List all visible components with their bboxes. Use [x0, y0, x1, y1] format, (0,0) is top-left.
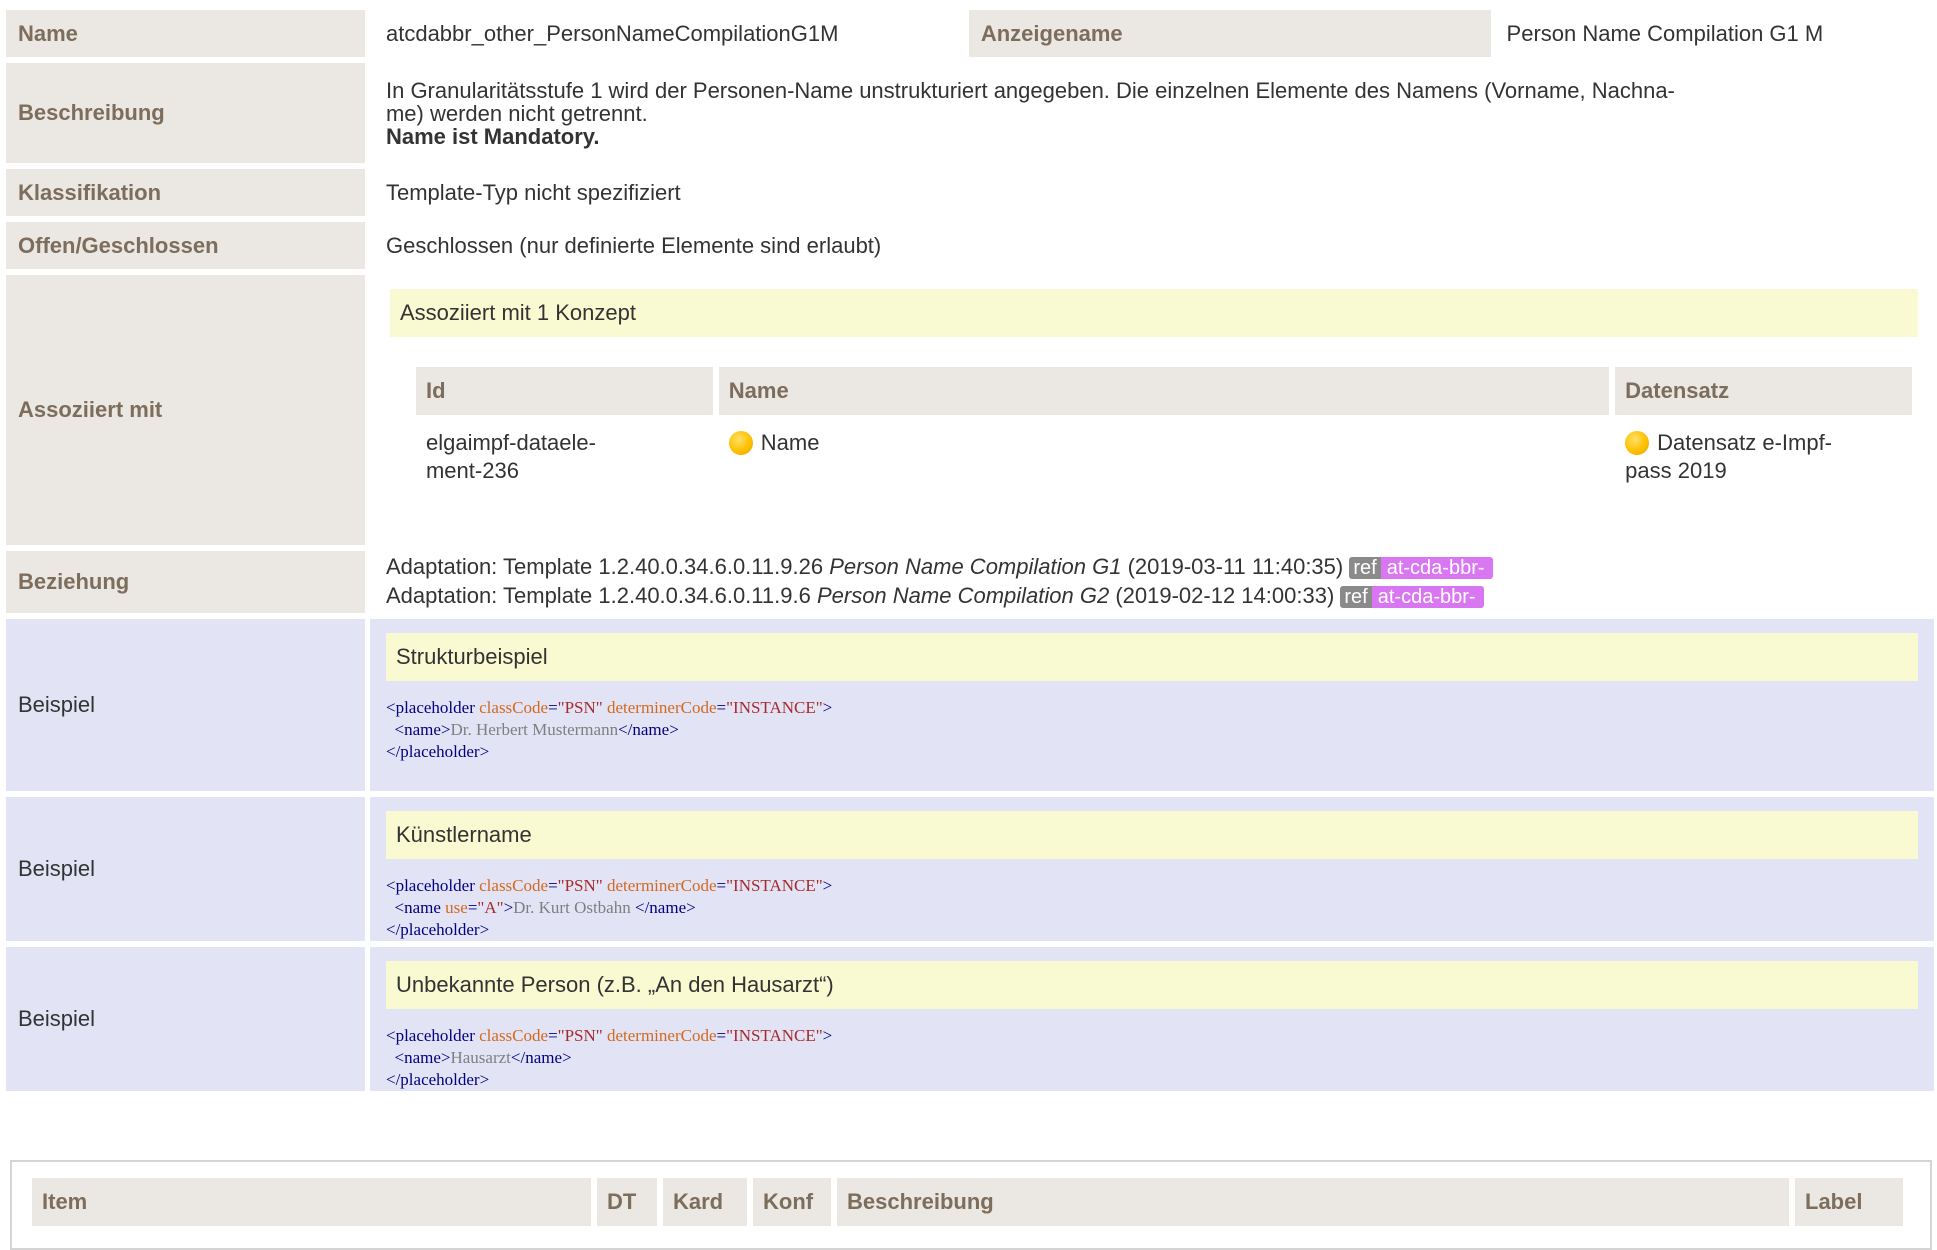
prefix-badge: at-cda-bbr-	[1371, 586, 1484, 608]
relationship-row: Beziehung Adaptation: Template 1.2.40.0.…	[6, 551, 1934, 613]
relationship-item-2-template: Adaptation: Template 1.2.40.0.34.6.0.11.…	[385, 583, 811, 608]
example-row-2: Beispiel Künstlername <placeholder class…	[6, 797, 1934, 941]
items-col-konf[interactable]: Konf	[753, 1178, 831, 1226]
name-row: Name atcdabbr_other_PersonNameCompilatio…	[6, 10, 1934, 57]
items-col-beschreibung[interactable]: Beschreibung	[837, 1178, 1789, 1226]
concept-name-link[interactable]: Name	[761, 430, 820, 455]
associated-concepts-header: Assoziiert mit 1 Konzept	[389, 289, 1918, 337]
open-closed-label: Offen/Geschlossen	[6, 222, 365, 269]
relationship-item-2-date: (2019‑02‑12 14:00:33)	[1115, 583, 1335, 608]
concept-table: Id Name Datensatz elgaimpf-dataele- ment…	[410, 367, 1918, 485]
name-value: atcdabbr_other_PersonNameCompilationG1M	[385, 20, 839, 46]
dataset-line2[interactable]: pass 2019	[1625, 458, 1727, 483]
associated-row: Assoziiert mit Assoziiert mit 1 Konzept …	[6, 275, 1934, 545]
concept-id-line2: ment-236	[425, 458, 519, 483]
classification-value: Template-Typ nicht spezifiziert	[385, 179, 681, 205]
template-properties-table: Name atcdabbr_other_PersonNameCompilatio…	[6, 4, 1934, 1097]
relationship-item-1-date: (2019‑03‑11 11:40:35)	[1127, 554, 1344, 579]
example-row-3: Beispiel Unbekannte Person (z.B. „An den…	[6, 947, 1934, 1091]
ref-badge: ref	[1349, 557, 1381, 579]
concept-status-icon	[728, 431, 753, 455]
example-title: Künstlername	[385, 811, 1918, 859]
description-label: Beschreibung	[6, 63, 365, 163]
concept-row: elgaimpf-dataele- ment-236 Name Datensat…	[416, 415, 1912, 485]
concept-dataset-cell[interactable]: Datensatz e-Impf- pass 2019	[1615, 415, 1912, 485]
display-name-label: Anzeigename	[968, 10, 1491, 57]
concept-id-line1: elgaimpf-dataele-	[425, 430, 596, 455]
open-closed-row: Offen/Geschlossen Geschlossen (nur defin…	[6, 222, 1934, 269]
items-panel: Item DT Kard Konf Beschreibung Label	[10, 1160, 1932, 1250]
items-col-label[interactable]: Label	[1795, 1178, 1903, 1226]
mandatory-note: Name ist Mandatory.	[385, 123, 600, 149]
example-label: Beispiel	[6, 797, 365, 941]
example-title: Strukturbeispiel	[385, 633, 1918, 681]
concept-col-id: Id	[415, 367, 713, 415]
items-col-item[interactable]: Item	[32, 1178, 591, 1226]
relationship-label: Beziehung	[6, 551, 365, 613]
example-row-1: Beispiel Strukturbeispiel <placeholder c…	[6, 619, 1934, 791]
example-label: Beispiel	[6, 947, 365, 1091]
classification-row: Klassifikation Template-Typ nicht spezif…	[6, 169, 1934, 216]
dataset-line1[interactable]: Datensatz e-Impf-	[1657, 430, 1832, 455]
concept-id: elgaimpf-dataele- ment-236	[416, 415, 713, 485]
relationship-item-2[interactable]: Adaptation: Template 1.2.40.0.34.6.0.11.…	[386, 582, 1934, 611]
description-row: Beschreibung In Granularitätsstufe 1 wir…	[6, 63, 1934, 163]
display-name-value: Person Name Compilation G1 M	[1506, 20, 1824, 46]
associated-label: Assoziiert mit	[6, 275, 365, 545]
ref-badge: ref	[1340, 586, 1372, 608]
items-col-dt[interactable]: DT	[597, 1178, 657, 1226]
items-table: Item DT Kard Konf Beschreibung Label	[26, 1178, 1909, 1226]
items-col-kard[interactable]: Kard	[663, 1178, 747, 1226]
example-label: Beispiel	[6, 619, 365, 791]
example-code: <placeholder classCode="PSN" determinerC…	[385, 876, 833, 939]
name-label: Name	[6, 10, 365, 57]
example-code: <placeholder classCode="PSN" determinerC…	[385, 698, 833, 761]
relationship-item-1-template: Adaptation: Template 1.2.40.0.34.6.0.11.…	[385, 554, 824, 579]
open-closed-value: Geschlossen (nur definierte Elemente sin…	[385, 232, 882, 258]
relationship-item-1-title[interactable]: Person Name Compilation G1	[829, 554, 1121, 579]
concept-name-cell[interactable]: Name	[719, 415, 1609, 485]
prefix-badge: at-cda-bbr-	[1380, 557, 1493, 579]
example-code: <placeholder classCode="PSN" determinerC…	[385, 1026, 833, 1089]
relationship-item-2-title[interactable]: Person Name Compilation G2	[817, 583, 1109, 608]
classification-label: Klassifikation	[6, 169, 365, 216]
description-text-line1: In Granularitätsstufe 1 wird der Persone…	[385, 77, 1675, 103]
example-title: Unbekannte Person (z.B. „An den Hausarzt…	[385, 961, 1918, 1009]
dataset-status-icon	[1625, 431, 1650, 455]
description-text-line2: me) werden nicht getrennt.	[385, 100, 648, 126]
relationship-item-1[interactable]: Adaptation: Template 1.2.40.0.34.6.0.11.…	[386, 553, 1934, 582]
concept-col-datensatz: Datensatz	[1615, 367, 1912, 415]
concept-col-name: Name	[718, 367, 1610, 415]
